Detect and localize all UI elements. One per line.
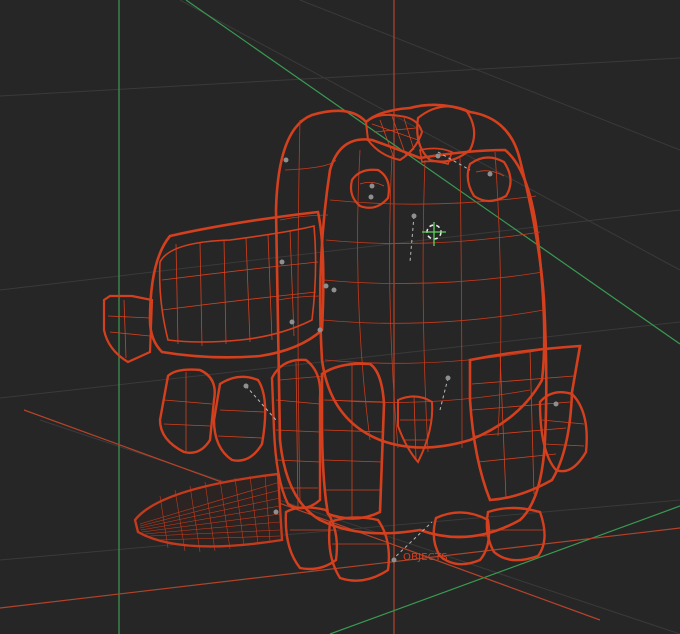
3d-viewport[interactable]: OBJECTS (0, 0, 680, 634)
eye-right (466, 156, 512, 203)
y-axis-green-diagonal (185, 0, 680, 345)
right-arm (468, 344, 582, 502)
left-ear-outer (148, 210, 325, 359)
viewport-canvas[interactable] (0, 0, 680, 634)
object-origins (243, 151, 559, 563)
eye-left (349, 168, 390, 209)
left-front-paw-2 (212, 375, 267, 462)
left-horn (102, 294, 154, 364)
back-body-outline (274, 103, 548, 539)
floor-grid (0, 0, 680, 634)
objects-label: OBJECTS (403, 552, 448, 563)
left-front-paw (158, 368, 216, 454)
axis-lines (0, 0, 680, 634)
tail-mesh (133, 472, 284, 553)
x-axis-red-long (0, 527, 680, 609)
center-arm (320, 362, 386, 520)
